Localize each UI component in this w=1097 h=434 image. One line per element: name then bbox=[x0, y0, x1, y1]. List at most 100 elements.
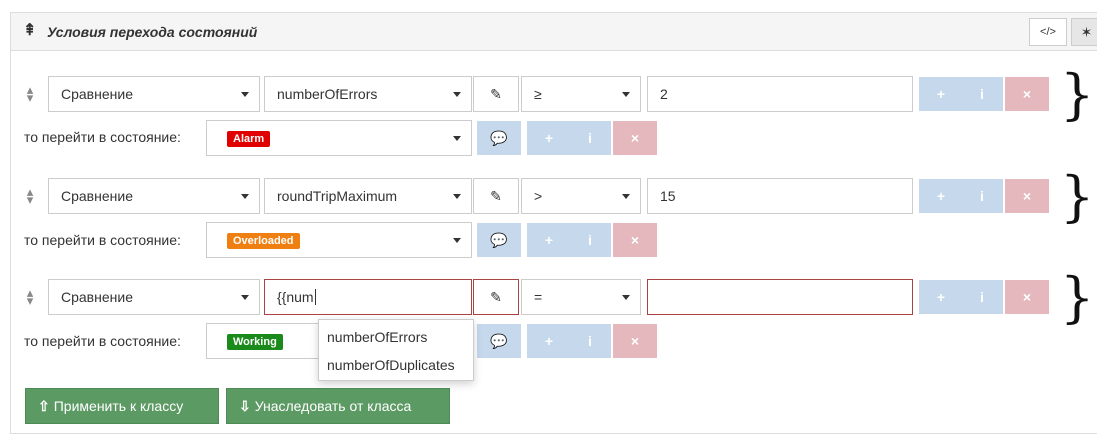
comment-icon: 💬 bbox=[490, 333, 508, 349]
plus-icon: + bbox=[936, 188, 946, 204]
close-icon: × bbox=[1022, 188, 1032, 204]
drag-handle-icon[interactable]: ▴ ▾ bbox=[24, 185, 36, 206]
field-expression-text: {{num bbox=[277, 289, 314, 305]
add-action-button[interactable]: + bbox=[527, 121, 571, 155]
value-text: 2 bbox=[660, 86, 668, 102]
drag-handle-icon[interactable]: ▴ ▾ bbox=[24, 286, 36, 307]
chevron-down-icon bbox=[453, 136, 461, 141]
autocomplete-dropdown: numberOfErrors numberOfDuplicates bbox=[318, 319, 474, 381]
value-input[interactable] bbox=[647, 279, 913, 315]
remove-condition-button[interactable]: × bbox=[1005, 280, 1049, 314]
info-button[interactable]: i bbox=[569, 223, 611, 257]
condition-type-value: Сравнение bbox=[61, 188, 133, 204]
condition-type-value: Сравнение bbox=[61, 86, 133, 102]
goto-state-label: то перейти в состояние: bbox=[24, 333, 181, 349]
state-select[interactable]: Overloaded bbox=[206, 222, 472, 258]
chevron-down-icon bbox=[241, 92, 249, 97]
value-input[interactable]: 2 bbox=[647, 76, 913, 112]
info-button[interactable]: i bbox=[961, 179, 1003, 213]
plus-icon: + bbox=[936, 289, 946, 305]
info-button[interactable]: i bbox=[569, 324, 611, 358]
info-icon: i bbox=[588, 130, 592, 146]
chevron-down-icon bbox=[622, 194, 630, 199]
goto-state-label: то перейти в состояние: bbox=[24, 232, 181, 248]
condition-type-value: Сравнение bbox=[61, 289, 133, 305]
condition-type-select[interactable]: Сравнение bbox=[48, 76, 260, 112]
close-icon: × bbox=[630, 130, 640, 146]
chevron-down-icon bbox=[453, 194, 461, 199]
info-icon: i bbox=[588, 333, 592, 349]
state-badge: Overloaded bbox=[227, 233, 300, 249]
field-value: roundTripMaximum bbox=[277, 188, 398, 204]
field-select[interactable]: roundTripMaximum bbox=[264, 178, 472, 214]
remove-action-button[interactable]: × bbox=[613, 324, 657, 358]
info-icon: i bbox=[588, 232, 592, 248]
pencil-icon: ✎ bbox=[490, 188, 502, 204]
condition-type-select[interactable]: Сравнение bbox=[48, 178, 260, 214]
comment-button[interactable]: 💬 bbox=[477, 324, 521, 358]
remove-condition-button[interactable]: × bbox=[1005, 179, 1049, 213]
add-condition-button[interactable]: + bbox=[919, 77, 963, 111]
operator-value: = bbox=[534, 289, 543, 305]
state-badge: Alarm bbox=[227, 131, 271, 147]
close-icon: × bbox=[630, 333, 640, 349]
field-value: numberOfErrors bbox=[277, 86, 378, 102]
condition-type-select[interactable]: Сравнение bbox=[48, 279, 260, 315]
chevron-down-icon bbox=[453, 92, 461, 97]
plus-icon: + bbox=[936, 86, 946, 102]
add-condition-button[interactable]: + bbox=[919, 179, 963, 213]
close-icon: × bbox=[1022, 289, 1032, 305]
goto-state-label: то перейти в состояние: bbox=[24, 129, 181, 145]
sliders-icon: ⇞ bbox=[23, 22, 37, 39]
edit-expression-button[interactable]: ✎ bbox=[473, 279, 519, 315]
apply-to-class-label: Применить к классу bbox=[53, 398, 184, 414]
info-button[interactable]: i bbox=[961, 77, 1003, 111]
field-select[interactable]: numberOfErrors bbox=[264, 76, 472, 112]
chevron-down-icon bbox=[622, 295, 630, 300]
state-badge: Working bbox=[227, 334, 283, 350]
pencil-icon: ✎ bbox=[490, 86, 502, 102]
edit-expression-button[interactable]: ✎ bbox=[473, 76, 519, 112]
remove-action-button[interactable]: × bbox=[613, 223, 657, 257]
add-action-button[interactable]: + bbox=[527, 223, 571, 257]
inherit-from-class-button[interactable]: ⇩ Унаследовать от класса bbox=[226, 388, 450, 424]
remove-action-button[interactable]: × bbox=[613, 121, 657, 155]
comment-button[interactable]: 💬 bbox=[477, 223, 521, 257]
upload-icon: ⇧ bbox=[38, 398, 50, 414]
info-icon: i bbox=[980, 188, 984, 204]
chevron-down-icon bbox=[453, 238, 461, 243]
apply-to-class-button[interactable]: ⇧ Применить к классу bbox=[25, 388, 219, 424]
closing-brace: } bbox=[1060, 63, 1095, 126]
add-condition-button[interactable]: + bbox=[919, 280, 963, 314]
autocomplete-option[interactable]: numberOfErrors bbox=[327, 328, 427, 346]
operator-value: ≥ bbox=[534, 86, 542, 102]
state-select[interactable]: Alarm bbox=[206, 120, 472, 156]
pin-button[interactable]: ✶ bbox=[1071, 18, 1097, 46]
operator-select[interactable]: = bbox=[521, 279, 641, 315]
info-button[interactable]: i bbox=[569, 121, 611, 155]
drag-handle-icon[interactable]: ▴ ▾ bbox=[24, 83, 36, 104]
autocomplete-option[interactable]: numberOfDuplicates bbox=[327, 356, 455, 374]
comment-button[interactable]: 💬 bbox=[477, 121, 521, 155]
pencil-icon: ✎ bbox=[490, 289, 502, 305]
info-icon: i bbox=[980, 289, 984, 305]
plus-icon: + bbox=[544, 130, 554, 146]
chevron-down-icon bbox=[622, 92, 630, 97]
operator-select[interactable]: ≥ bbox=[521, 76, 641, 112]
info-button[interactable]: i bbox=[961, 280, 1003, 314]
add-action-button[interactable]: + bbox=[527, 324, 571, 358]
operator-value: > bbox=[534, 188, 543, 204]
value-text: 15 bbox=[660, 188, 676, 204]
field-expression-input[interactable]: {{num bbox=[264, 279, 472, 315]
edit-expression-button[interactable]: ✎ bbox=[473, 178, 519, 214]
remove-condition-button[interactable]: × bbox=[1005, 77, 1049, 111]
chevron-down-icon bbox=[241, 295, 249, 300]
value-input[interactable]: 15 bbox=[647, 178, 913, 214]
close-icon: × bbox=[1022, 86, 1032, 102]
close-icon: × bbox=[630, 232, 640, 248]
pin-icon: ✶ bbox=[1080, 24, 1093, 40]
plus-icon: + bbox=[544, 333, 554, 349]
code-view-button[interactable]: </> bbox=[1029, 18, 1067, 46]
operator-select[interactable]: > bbox=[521, 178, 641, 214]
inherit-from-class-label: Унаследовать от класса bbox=[254, 398, 412, 414]
